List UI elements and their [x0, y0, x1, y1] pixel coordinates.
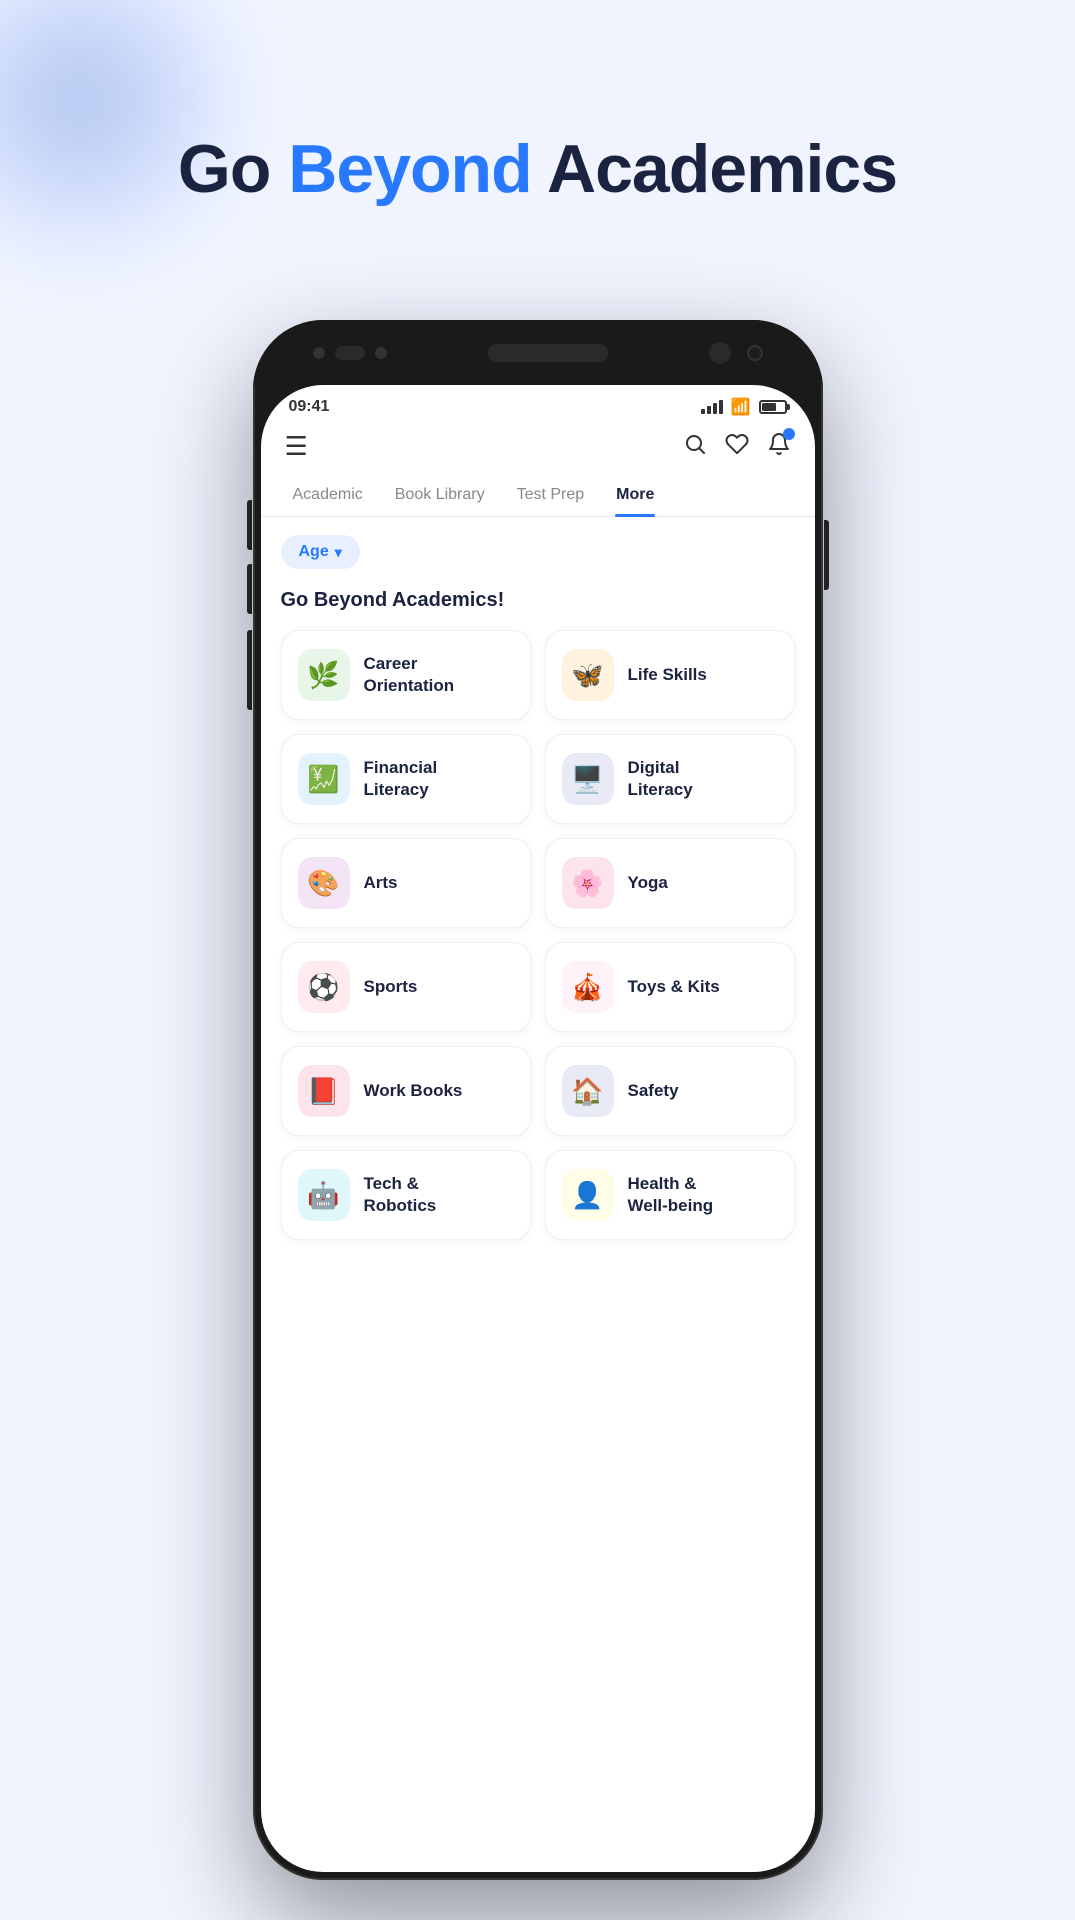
category-card-financial-literacy[interactable]: 💹 FinancialLiteracy	[281, 734, 531, 824]
hamburger-menu[interactable]: ☰	[285, 431, 308, 462]
hero-title: Go Beyond Academics	[0, 130, 1075, 208]
safety-label: Safety	[628, 1080, 679, 1102]
filter-row: Age ▾	[281, 535, 795, 569]
tab-test-prep[interactable]: Test Prep	[501, 474, 601, 516]
notifications-button[interactable]	[767, 432, 791, 462]
phone-screen: 09:41 📶 ☰	[261, 385, 815, 1872]
nav-icon-group	[683, 432, 791, 462]
arts-label: Arts	[364, 872, 398, 894]
digital-literacy-label: DigitalLiteracy	[628, 757, 693, 801]
section-title: Go Beyond Academics!	[281, 589, 795, 612]
category-card-health-wellbeing[interactable]: 👤 Health &Well-being	[545, 1150, 795, 1240]
silent-button	[247, 630, 252, 710]
phone-notch	[253, 320, 823, 385]
notch-right-area	[709, 342, 763, 364]
wifi-icon: 📶	[731, 397, 751, 417]
safety-icon: 🏠	[562, 1065, 614, 1117]
volume-down-button	[247, 564, 252, 614]
battery-icon	[759, 400, 787, 414]
yoga-icon: 🌸	[562, 857, 614, 909]
toys-kits-icon: 🎪	[562, 961, 614, 1013]
digital-literacy-icon: 🖥️	[562, 753, 614, 805]
status-time: 09:41	[289, 398, 330, 416]
financial-literacy-label: FinancialLiteracy	[364, 757, 438, 801]
arts-icon: 🎨	[298, 857, 350, 909]
tab-book-library[interactable]: Book Library	[379, 474, 501, 516]
tab-bar: Academic Book Library Test Prep More	[261, 474, 815, 517]
work-books-label: Work Books	[364, 1080, 463, 1102]
category-card-toys-kits[interactable]: 🎪 Toys & Kits	[545, 942, 795, 1032]
toys-kits-label: Toys & Kits	[628, 976, 720, 998]
tech-robotics-label: Tech &Robotics	[364, 1173, 437, 1217]
status-bar: 09:41 📶	[261, 385, 815, 423]
life-skills-icon: 🦋	[562, 649, 614, 701]
signal-bar-3	[713, 403, 717, 414]
category-card-safety[interactable]: 🏠 Safety	[545, 1046, 795, 1136]
tab-academic[interactable]: Academic	[277, 474, 379, 516]
sports-label: Sports	[364, 976, 418, 998]
category-card-tech-robotics[interactable]: 🤖 Tech &Robotics	[281, 1150, 531, 1240]
screen-content: Age ▾ Go Beyond Academics! 🌿 CareerOrien…	[261, 517, 815, 1844]
notch-left-area	[313, 346, 387, 360]
notch-sensor	[335, 346, 365, 360]
sports-icon: ⚽	[298, 961, 350, 1013]
financial-literacy-icon: 💹	[298, 753, 350, 805]
volume-up-button	[247, 500, 252, 550]
notification-badge	[783, 428, 795, 440]
front-camera	[709, 342, 731, 364]
category-card-yoga[interactable]: 🌸 Yoga	[545, 838, 795, 928]
category-card-arts[interactable]: 🎨 Arts	[281, 838, 531, 928]
yoga-label: Yoga	[628, 872, 668, 894]
sensor-dot	[747, 345, 763, 361]
phone-frame: 09:41 📶 ☰	[253, 320, 823, 1880]
phone-mockup: 09:41 📶 ☰	[253, 320, 823, 1880]
signal-bar-4	[719, 400, 723, 414]
tab-more[interactable]: More	[600, 474, 670, 516]
category-grid: 🌿 CareerOrientation 🦋 Life Skills 💹 Fina…	[281, 630, 795, 1240]
tech-robotics-icon: 🤖	[298, 1169, 350, 1221]
health-wellbeing-label: Health &Well-being	[628, 1173, 714, 1217]
category-card-life-skills[interactable]: 🦋 Life Skills	[545, 630, 795, 720]
favorites-button[interactable]	[725, 432, 749, 462]
life-skills-label: Life Skills	[628, 664, 707, 686]
work-books-icon: 📕	[298, 1065, 350, 1117]
category-card-work-books[interactable]: 📕 Work Books	[281, 1046, 531, 1136]
top-nav: ☰	[261, 423, 815, 474]
health-wellbeing-icon: 👤	[562, 1169, 614, 1221]
battery-fill	[762, 403, 776, 411]
status-icons: 📶	[701, 397, 787, 417]
category-card-sports[interactable]: ⚽ Sports	[281, 942, 531, 1032]
signal-bar-2	[707, 406, 711, 414]
signal-icon	[701, 400, 723, 414]
search-button[interactable]	[683, 432, 707, 462]
power-button	[824, 520, 829, 590]
notch-dot-1	[313, 347, 325, 359]
career-orientation-label: CareerOrientation	[364, 653, 455, 697]
category-card-digital-literacy[interactable]: 🖥️ DigitalLiteracy	[545, 734, 795, 824]
career-orientation-icon: 🌿	[298, 649, 350, 701]
notch-dot-2	[375, 347, 387, 359]
age-filter-button[interactable]: Age ▾	[281, 535, 360, 569]
signal-bar-1	[701, 409, 705, 414]
category-card-career-orientation[interactable]: 🌿 CareerOrientation	[281, 630, 531, 720]
speaker-grille	[488, 344, 608, 362]
